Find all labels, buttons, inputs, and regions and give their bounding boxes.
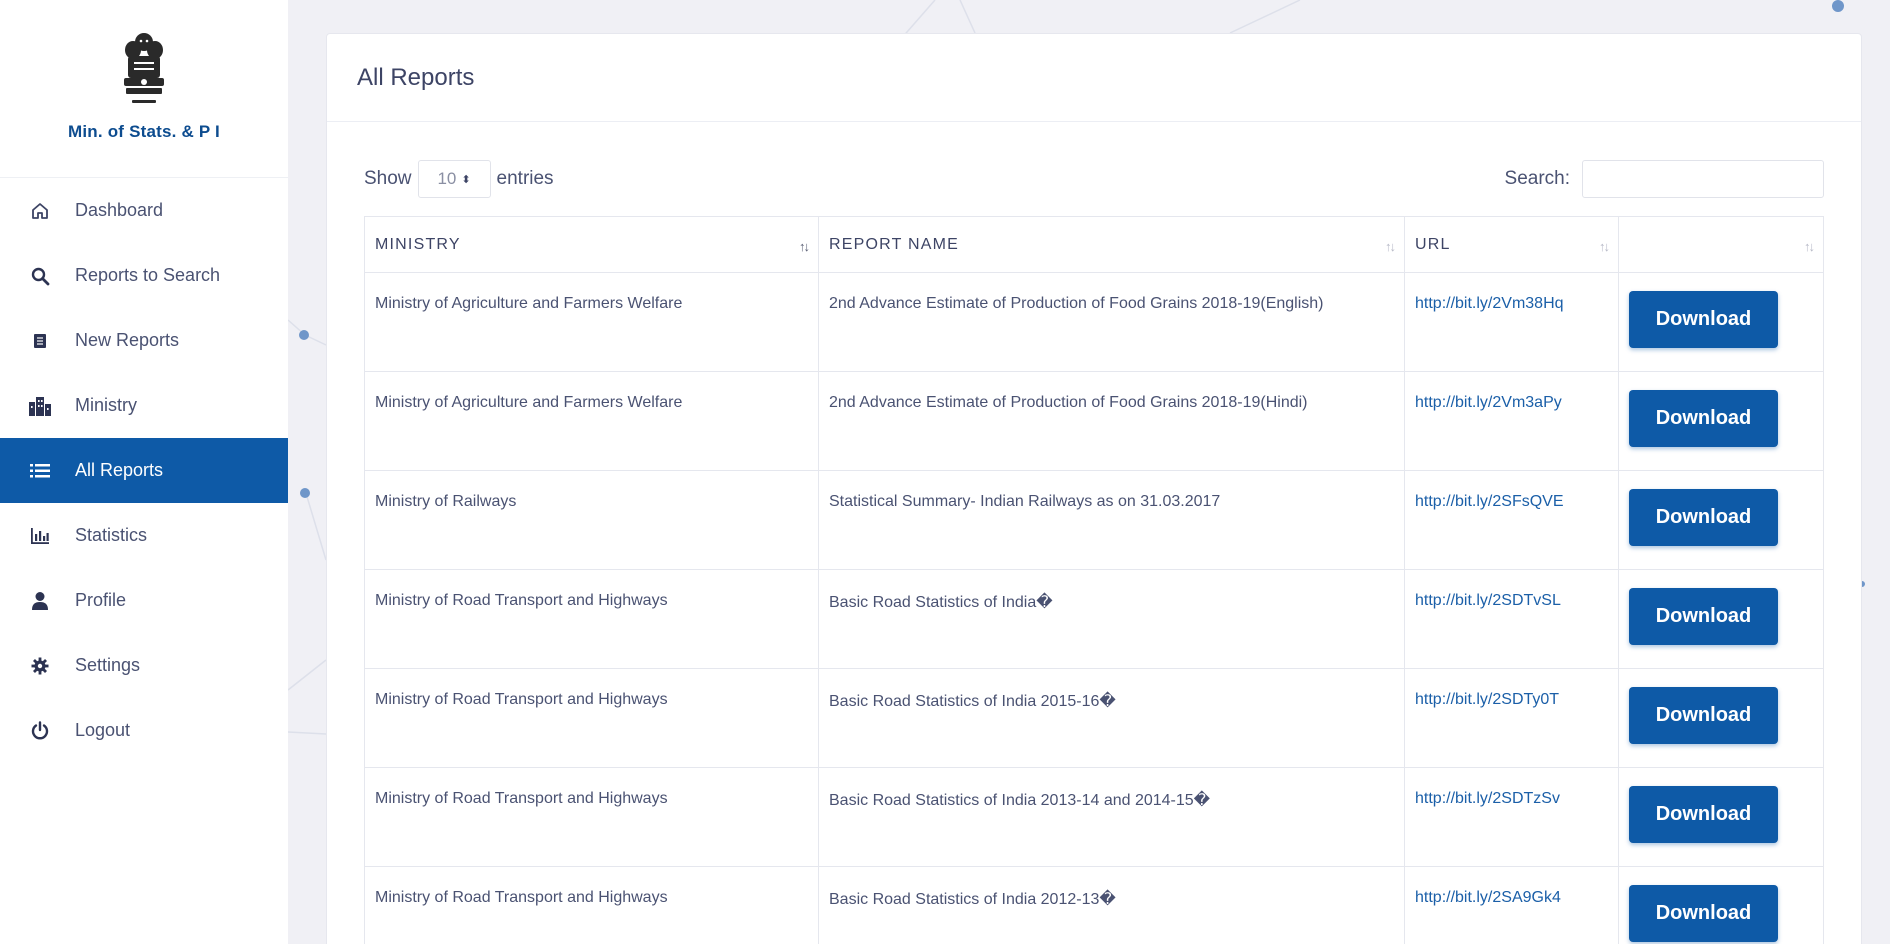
sidebar-item-ministry[interactable]: Ministry [0, 373, 288, 438]
sidebar-item-settings[interactable]: Settings [0, 633, 288, 698]
cell-ministry: Ministry of Road Transport and Highways [364, 767, 819, 867]
national-emblem-logo [124, 33, 164, 103]
cell-report-name: 2nd Advance Estimate of Production of Fo… [818, 371, 1405, 471]
gear-icon [28, 654, 52, 678]
brand-name: Min. of Stats. & P I [68, 122, 220, 141]
power-icon [28, 719, 52, 743]
cell-report-name: Basic Road Statistics of India 2013-14 a… [818, 767, 1405, 867]
sidebar-item-label: Dashboard [75, 200, 164, 220]
sidebar-item-label: Profile [75, 590, 127, 610]
cell-ministry: Ministry of Railways [364, 470, 819, 570]
sidebar-item-label: New Reports [75, 330, 180, 350]
building-icon [28, 394, 52, 418]
sidebar-item-reports-to-search[interactable]: Reports to Search [0, 243, 288, 308]
download-button[interactable]: Download [1629, 291, 1778, 348]
table-row: Ministry of Road Transport and Highways … [364, 569, 1824, 669]
user-icon [28, 589, 52, 613]
download-button[interactable]: Download [1629, 588, 1778, 645]
card-header: All Reports [327, 34, 1861, 122]
sidebar-item-label: Ministry [75, 395, 137, 415]
search-label: Search: [1504, 168, 1570, 189]
cell-report-name: 2nd Advance Estimate of Production of Fo… [818, 272, 1405, 372]
column-header-action[interactable]: ↑↓ [1618, 216, 1824, 273]
table-row: Ministry of Agriculture and Farmers Welf… [364, 371, 1824, 471]
sidebar-item-statistics[interactable]: Statistics [0, 503, 288, 568]
list-icon [28, 459, 52, 483]
sort-arrows-icon: ↑↓ [1385, 239, 1396, 254]
sort-arrows-icon: ↑↓ [1599, 239, 1610, 254]
sort-caret-icon: ⬍ [461, 173, 471, 186]
search-icon [28, 264, 52, 288]
sidebar-item-all-reports[interactable]: All Reports [0, 438, 288, 503]
table-header-row: MINISTRY ↑↓ REPORT NAME ↑↓ URL ↑↓ ↑↓ [364, 216, 1824, 273]
report-url-link[interactable]: http://bit.ly/2SFsQVE [1415, 493, 1564, 510]
table-row: Ministry of Road Transport and Highways … [364, 866, 1824, 944]
show-label: Show [364, 168, 412, 189]
report-url-link[interactable]: http://bit.ly/2Vm38Hq [1415, 295, 1564, 312]
cell-ministry: Ministry of Road Transport and Highways [364, 569, 819, 669]
column-header-url[interactable]: URL ↑↓ [1404, 216, 1619, 273]
download-button[interactable]: Download [1629, 489, 1778, 546]
download-button[interactable]: Download [1629, 786, 1778, 843]
sidebar-item-dashboard[interactable]: Dashboard [0, 178, 288, 243]
reports-table: MINISTRY ↑↓ REPORT NAME ↑↓ URL ↑↓ ↑↓ Minist… [364, 216, 1824, 944]
entries-label: entries [496, 168, 554, 189]
cell-ministry: Ministry of Road Transport and Highways [364, 866, 819, 944]
table-search: Search: [1505, 160, 1824, 198]
report-url-link[interactable]: http://bit.ly/2SDTvSL [1415, 592, 1561, 609]
column-header-report-name[interactable]: REPORT NAME ↑↓ [818, 216, 1405, 273]
sidebar-item-label: All Reports [75, 460, 164, 480]
entries-select[interactable]: 10 ⬍ [417, 160, 491, 198]
sidebar-item-label: Statistics [75, 525, 148, 545]
entries-select-value: 10 [437, 169, 457, 188]
table-row: Ministry of Road Transport and Highways … [364, 668, 1824, 768]
column-header-ministry[interactable]: MINISTRY ↑↓ [364, 216, 819, 273]
page-title: All Reports [357, 63, 475, 91]
sort-arrows-icon: ↑↓ [799, 239, 810, 254]
entries-length-control: Show 10 ⬍ entries [364, 160, 554, 198]
sort-arrows-icon: ↑↓ [1804, 239, 1815, 254]
table-row: Ministry of Agriculture and Farmers Welf… [364, 272, 1824, 372]
table-row: Ministry of Railways Statistical Summary… [364, 470, 1824, 570]
download-button[interactable]: Download [1629, 885, 1778, 942]
document-icon [28, 329, 52, 353]
sidebar: Min. of Stats. & P I Dashboard Reports t… [0, 0, 288, 944]
report-url-link[interactable]: http://bit.ly/2Vm3aPy [1415, 394, 1562, 411]
download-button[interactable]: Download [1629, 687, 1778, 744]
sidebar-item-label: Reports to Search [75, 265, 221, 285]
cell-ministry: Ministry of Agriculture and Farmers Welf… [364, 371, 819, 471]
reports-card: All Reports Show 10 ⬍ entries Search: MI… [326, 33, 1862, 944]
report-url-link[interactable]: http://bit.ly/2SA9Gk4 [1415, 889, 1561, 906]
sidebar-item-label: Logout [75, 720, 131, 740]
report-url-link[interactable]: http://bit.ly/2SDTzSv [1415, 790, 1560, 807]
sidebar-item-label: Settings [75, 655, 141, 675]
download-button[interactable]: Download [1629, 390, 1778, 447]
cell-ministry: Ministry of Agriculture and Farmers Welf… [364, 272, 819, 372]
sidebar-item-new-reports[interactable]: New Reports [0, 308, 288, 373]
home-icon [28, 199, 52, 223]
cell-report-name: Basic Road Statistics of India� [818, 569, 1405, 669]
report-url-link[interactable]: http://bit.ly/2SDTy0T [1415, 691, 1559, 708]
cell-report-name: Basic Road Statistics of India 2015-16� [818, 668, 1405, 768]
cell-ministry: Ministry of Road Transport and Highways [364, 668, 819, 768]
sidebar-item-logout[interactable]: Logout [0, 698, 288, 763]
cell-report-name: Basic Road Statistics of India 2012-13� [818, 866, 1405, 944]
table-row: Ministry of Road Transport and Highways … [364, 767, 1824, 867]
sidebar-nav: Dashboard Reports to Search New Reports … [0, 178, 288, 763]
sidebar-item-profile[interactable]: Profile [0, 568, 288, 633]
cell-report-name: Statistical Summary- Indian Railways as … [818, 470, 1405, 570]
search-input[interactable] [1582, 160, 1824, 198]
brand-header: Min. of Stats. & P I [0, 0, 288, 178]
bar-chart-icon [28, 524, 52, 548]
